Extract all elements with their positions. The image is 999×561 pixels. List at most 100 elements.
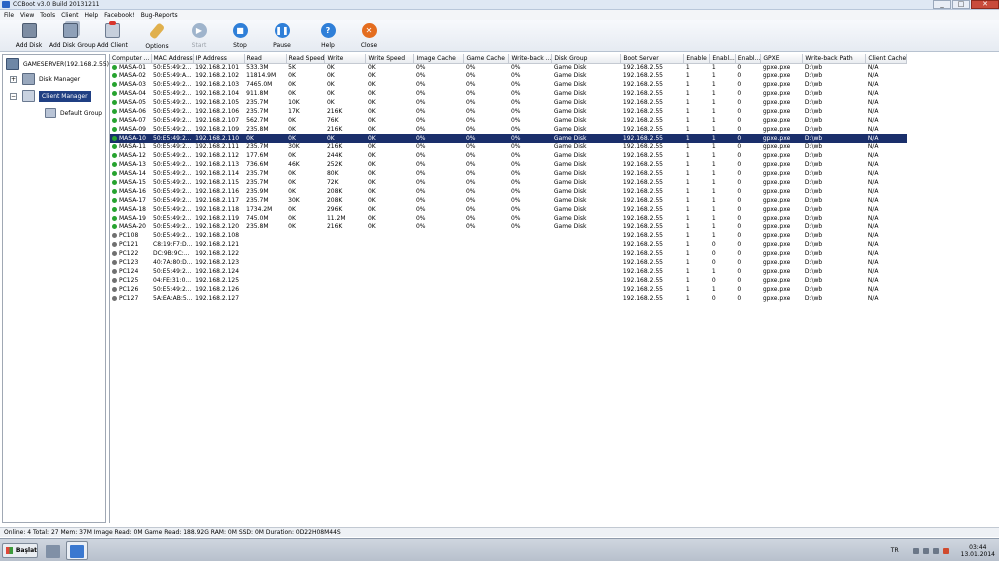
table-row[interactable]: PC108 50:E5:49:2... 192.168.2.108 192.168.2…	[110, 232, 907, 241]
flag-icon[interactable]	[922, 547, 929, 554]
column-header[interactable]: Write-back ...	[508, 54, 553, 64]
expand-icon[interactable]: +	[10, 75, 17, 83]
column-header[interactable]: Write-back Path	[802, 54, 867, 64]
table-row[interactable]: MASA-01 50:E5:49:2... 192.168.2.101 533.3M 5…	[110, 63, 907, 72]
column-header[interactable]: Read	[244, 54, 287, 64]
network-icon[interactable]	[932, 547, 939, 554]
table-row[interactable]: PC127 5A:EA:AB:5... 192.168.2.127 192.168.2…	[110, 294, 907, 303]
start-menu-button[interactable]: Başlat	[2, 543, 38, 558]
table-row[interactable]: PC123 40:7A:80:D... 192.168.2.123 192.168.2…	[110, 259, 907, 268]
tree-item-disk-manager[interactable]: + Disk Manager	[10, 72, 80, 86]
table-cell: 50:E5:49:2...	[153, 125, 192, 133]
menu-file[interactable]: File	[4, 12, 14, 19]
tray-arrow-icon[interactable]	[912, 547, 919, 554]
computer-name: PC122	[119, 250, 139, 258]
menu-tools[interactable]: Tools	[40, 12, 55, 19]
pause-button[interactable]: ❚❚ Pause	[271, 23, 293, 51]
table-cell	[286, 259, 325, 268]
table-cell: gpxe.pxe	[762, 267, 791, 275]
close-window-button[interactable]: ✕	[971, 0, 999, 9]
table-row[interactable]: MASA-15 50:E5:49:2... 192.168.2.115 235.7M 0…	[110, 179, 907, 188]
column-header[interactable]: Boot Server	[620, 54, 685, 64]
table-row[interactable]: MASA-19 50:E5:49:2... 192.168.2.119 745.0M 0…	[110, 214, 907, 223]
table-row[interactable]: MASA-20 50:E5:49:2... 192.168.2.120 235.8M 0…	[110, 223, 907, 232]
menu-client[interactable]: Client	[61, 12, 78, 19]
table-row[interactable]: PC125 04:FE:31:0... 192.168.2.125 192.168.2…	[110, 276, 907, 285]
menu-bug-reports[interactable]: Bug-Reports	[141, 12, 178, 19]
table-cell	[366, 241, 414, 250]
column-header[interactable]: Enable	[683, 54, 711, 64]
table-row[interactable]: MASA-05 50:E5:49:2... 192.168.2.105 235.7M 1…	[110, 99, 907, 108]
table-row[interactable]: MASA-02 50:E5:49:A... 192.168.2.102 11814.9…	[110, 72, 907, 81]
table-cell: D:\wb	[804, 285, 823, 293]
close-button[interactable]: ✕ Close	[359, 23, 379, 51]
column-header[interactable]: MAC Address	[151, 54, 194, 64]
add-client-button[interactable]: Add Client	[97, 21, 128, 51]
table-row[interactable]: MASA-09 50:E5:49:2... 192.168.2.109 235.8M 0…	[110, 125, 907, 134]
tree-item-client-manager[interactable]: − Client Manager	[10, 89, 91, 103]
table-row[interactable]: MASA-18 50:E5:49:2... 192.168.2.118 1734.2M…	[110, 205, 907, 214]
table-row[interactable]: MASA-12 50:E5:49:2... 192.168.2.112 177.6M 0…	[110, 152, 907, 161]
column-header[interactable]: Computer ...	[110, 54, 152, 64]
column-header[interactable]: Enabl...	[735, 54, 762, 64]
table-row[interactable]: MASA-17 50:E5:49:2... 192.168.2.117 235.7M 3…	[110, 196, 907, 205]
minimize-button[interactable]: _	[933, 0, 951, 9]
options-button[interactable]: Options	[145, 22, 169, 51]
table-cell: Game Disk	[553, 125, 587, 133]
language-indicator[interactable]: TR	[891, 547, 899, 554]
column-header[interactable]: Game Cache	[463, 54, 510, 64]
column-header[interactable]: IP Address	[193, 54, 245, 64]
table-row[interactable]: PC122 DC:9B:9C:... 192.168.2.122 192.168.2.…	[110, 250, 907, 259]
ccboot-tray-icon[interactable]	[942, 547, 949, 554]
table-cell	[464, 232, 509, 241]
tree-item-server[interactable]: GAMESERVER(192.168.2.55)	[6, 57, 109, 71]
menu-help[interactable]: Help	[84, 12, 98, 19]
table-cell: D:\wb	[804, 294, 823, 302]
table-cell: 0%	[415, 81, 426, 89]
pause-icon: ❚❚	[274, 23, 290, 38]
table-row[interactable]: MASA-03 50:E5:49:2... 192.168.2.103 7465.0M…	[110, 81, 907, 90]
column-header[interactable]: Client Cache	[865, 54, 908, 64]
table-cell: 192.168.2.55	[622, 116, 663, 124]
column-header[interactable]: Write Speed	[365, 54, 415, 64]
column-header[interactable]: Disk Group	[551, 54, 622, 64]
table-row[interactable]: MASA-13 50:E5:49:2... 192.168.2.113 736.6M 4…	[110, 161, 907, 170]
table-cell	[366, 276, 414, 285]
table-cell: MASA-20	[110, 223, 151, 232]
add-disk-group-button[interactable]: Add Disk Group	[49, 23, 96, 51]
column-header[interactable]: Enabl...	[709, 54, 736, 64]
table-cell	[286, 294, 325, 303]
table-row[interactable]: MASA-04 50:E5:49:2... 192.168.2.104 911.8M 0…	[110, 90, 907, 99]
taskbar-server-manager[interactable]	[42, 541, 64, 560]
table-cell: 0%	[465, 81, 476, 89]
table-row[interactable]: MASA-06 50:E5:49:2... 192.168.2.106 235.7M 1…	[110, 107, 907, 116]
clock[interactable]: 03:44 13.01.2014	[961, 544, 995, 558]
column-header[interactable]: Read Speed	[286, 54, 326, 64]
table-cell: D:\wb	[802, 134, 866, 144]
table-row[interactable]: PC124 50:E5:49:2... 192.168.2.124 192.168.2…	[110, 267, 907, 276]
table-row[interactable]: MASA-14 50:E5:49:2... 192.168.2.114 235.7M 0…	[110, 170, 907, 179]
table-cell: 1	[685, 170, 690, 178]
add-disk-button[interactable]: Add Disk	[14, 23, 44, 51]
table-row[interactable]: PC126 50:E5:49:2... 192.168.2.126 192.168.2…	[110, 285, 907, 294]
collapse-icon[interactable]: −	[10, 92, 17, 100]
taskbar-ccboot[interactable]	[66, 541, 88, 560]
column-header[interactable]: Image Cache	[413, 54, 465, 64]
table-cell: 235.8M	[246, 125, 269, 133]
table-row[interactable]: MASA-16 50:E5:49:2... 192.168.2.116 235.9M 0…	[110, 187, 907, 196]
table-row[interactable]: MASA-10 50:E5:49:2... 192.168.2.110 0K 0K 0K 0…	[110, 134, 907, 144]
column-header[interactable]: GPXE	[760, 54, 804, 64]
table-row[interactable]: MASA-07 50:E5:49:2... 192.168.2.107 562.7M 0…	[110, 116, 907, 125]
menu-view[interactable]: View	[20, 12, 34, 19]
help-button[interactable]: ? Help	[318, 23, 338, 51]
table-row[interactable]: MASA-11 50:E5:49:2... 192.168.2.111 235.7M 3…	[110, 143, 907, 152]
maximize-button[interactable]: □	[952, 0, 970, 9]
column-header[interactable]: Write	[324, 54, 367, 64]
tree-item-default-group[interactable]: Default Group	[45, 106, 102, 120]
start-button[interactable]: ▶ Start	[189, 23, 209, 51]
menu-facebook[interactable]: Facebook!	[104, 12, 135, 19]
table-cell: C8:19:F7:D...	[153, 241, 193, 249]
table-row[interactable]: PC121 C8:19:F7:D... 192.168.2.121 192.168.2…	[110, 241, 907, 250]
stop-button[interactable]: ■ Stop	[230, 23, 250, 51]
table-cell: D:\wb	[804, 214, 823, 222]
